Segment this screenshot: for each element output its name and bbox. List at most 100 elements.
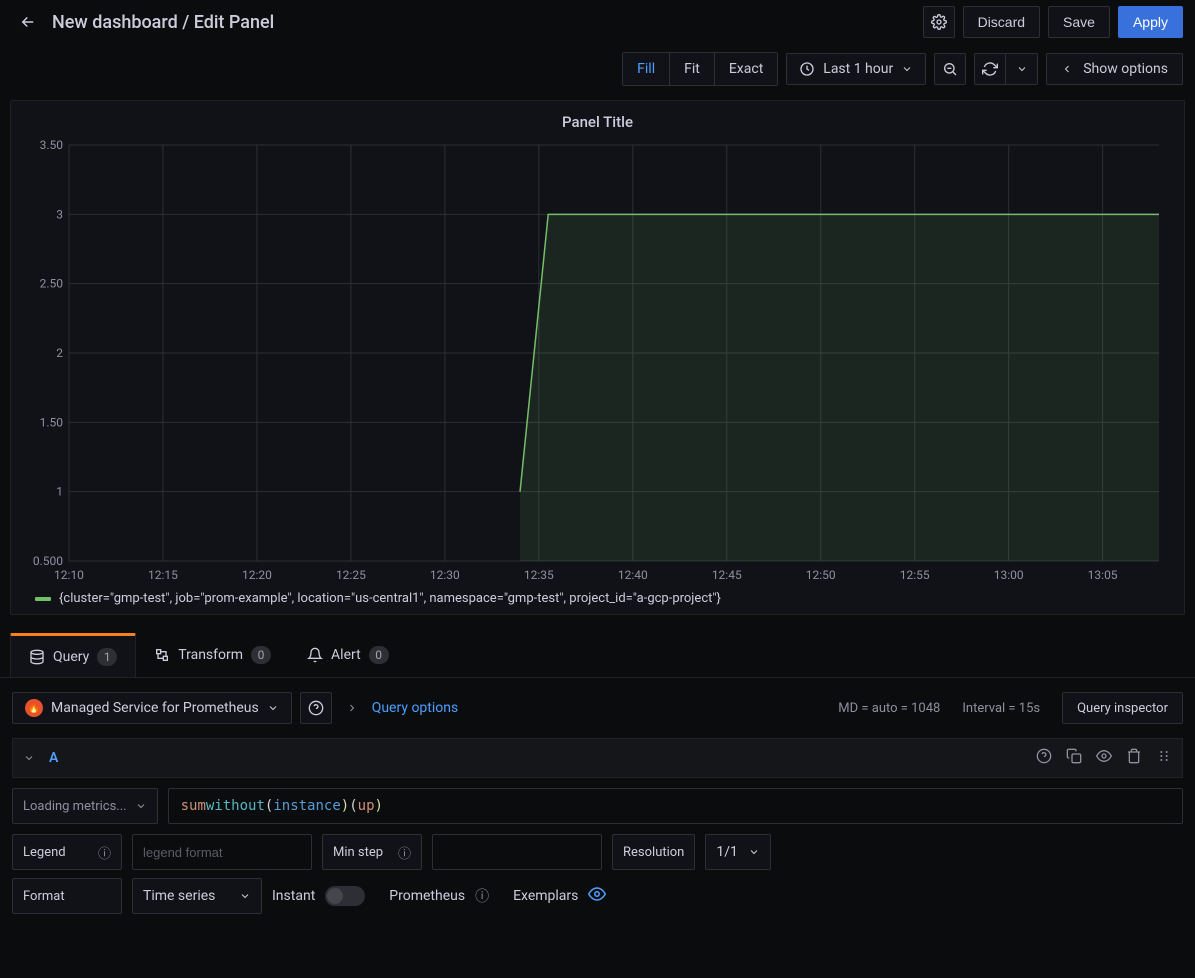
info-icon[interactable]: ⓘ: [475, 886, 489, 906]
svg-text:3: 3: [56, 207, 63, 221]
refresh-icon: [982, 61, 998, 77]
chevron-down-icon: [748, 846, 760, 858]
datasource-help-button[interactable]: [300, 692, 332, 724]
info-icon[interactable]: ⓘ: [98, 843, 111, 862]
datasource-name: Managed Service for Prometheus: [51, 700, 259, 716]
refresh-button[interactable]: [974, 53, 1006, 85]
svg-text:12:30: 12:30: [430, 568, 460, 582]
legend-swatch: [35, 597, 51, 601]
chevron-down-icon: [135, 800, 147, 812]
tab-transform-label: Transform: [178, 647, 243, 663]
refresh-interval-button[interactable]: [1006, 53, 1038, 85]
view-fill[interactable]: Fill: [623, 53, 670, 85]
svg-text:12:35: 12:35: [524, 568, 554, 582]
view-fit[interactable]: Fit: [670, 53, 715, 85]
interval-info: Interval = 15s: [962, 701, 1040, 716]
chart[interactable]: 0.50011.5022.5033.5012:1012:1512:2012:25…: [21, 139, 1174, 583]
svg-text:12:50: 12:50: [806, 568, 836, 582]
chevron-down-icon: [901, 63, 913, 75]
query-toggle-visibility-icon[interactable]: [1096, 748, 1112, 768]
clock-icon: [799, 61, 815, 77]
back-button[interactable]: [12, 6, 44, 38]
instant-toggle[interactable]: [325, 886, 365, 906]
breadcrumb: New dashboard / Edit Panel: [52, 12, 274, 33]
legend-label: {cluster="gmp-test", job="prom-example",…: [59, 591, 721, 606]
query-duplicate-icon[interactable]: [1066, 748, 1082, 768]
tab-query-label: Query: [53, 649, 89, 665]
query-help-icon[interactable]: [1036, 748, 1052, 768]
panel-title: Panel Title: [21, 109, 1174, 139]
chevron-down-icon: [267, 702, 279, 714]
metrics-browser-label: Loading metrics...: [23, 799, 127, 814]
show-options-button[interactable]: Show options: [1046, 53, 1183, 85]
svg-text:3.50: 3.50: [40, 138, 64, 152]
bell-icon: [307, 647, 323, 663]
query-expression-input[interactable]: sum without(instance) (up): [168, 788, 1183, 824]
panel: Panel Title 0.50011.5022.5033.5012:1012:…: [10, 100, 1185, 615]
question-icon: [308, 700, 324, 716]
tab-alert-label: Alert: [331, 647, 361, 663]
svg-text:12:20: 12:20: [242, 568, 272, 582]
chevron-right-icon: [346, 702, 358, 714]
legend-label-box: Legend ⓘ: [12, 834, 122, 870]
metrics-browser-button[interactable]: Loading metrics...: [12, 788, 158, 824]
query-row-header[interactable]: A: [12, 738, 1183, 778]
chevron-left-icon: [1061, 63, 1073, 75]
format-select[interactable]: Time series: [132, 878, 262, 914]
time-range-label: Last 1 hour: [823, 61, 893, 77]
tab-transform-count: 0: [251, 646, 271, 664]
chevron-down-icon: [1016, 63, 1028, 75]
discard-button[interactable]: Discard: [963, 6, 1040, 38]
view-exact[interactable]: Exact: [715, 53, 777, 85]
query-drag-icon[interactable]: [1156, 748, 1172, 768]
svg-text:12:15: 12:15: [148, 568, 178, 582]
svg-text:2.50: 2.50: [40, 277, 64, 291]
tab-query-count: 1: [97, 648, 117, 666]
tab-alert-count: 0: [369, 646, 389, 664]
svg-text:1.50: 1.50: [40, 415, 64, 429]
svg-text:0.500: 0.500: [33, 554, 63, 568]
legend-row[interactable]: {cluster="gmp-test", job="prom-example",…: [21, 583, 1174, 608]
svg-text:2: 2: [56, 346, 63, 360]
tab-query[interactable]: Query 1: [10, 633, 136, 677]
md-info: MD = auto = 1048: [838, 701, 940, 716]
datasource-select[interactable]: 🔥 Managed Service for Prometheus: [12, 692, 292, 724]
format-label-box: Format: [12, 878, 122, 914]
legend-format-input[interactable]: [132, 834, 312, 870]
minstep-input[interactable]: [432, 834, 602, 870]
info-icon[interactable]: ⓘ: [398, 843, 411, 862]
chevron-down-icon: [23, 752, 35, 764]
apply-button[interactable]: Apply: [1118, 6, 1183, 38]
chevron-down-icon: [239, 890, 251, 902]
instant-label: Instant: [272, 888, 315, 904]
tab-transform[interactable]: Transform 0: [136, 633, 289, 677]
settings-button[interactable]: [923, 6, 955, 38]
svg-text:12:45: 12:45: [712, 568, 742, 582]
minstep-label-box: Min step ⓘ: [322, 834, 422, 870]
zoom-out-icon: [942, 61, 958, 77]
exemplars-toggle[interactable]: [588, 885, 606, 907]
resolution-label-box: Resolution: [612, 834, 695, 870]
zoom-out-button[interactable]: [934, 53, 966, 85]
svg-text:13:00: 13:00: [994, 568, 1024, 582]
tab-alert[interactable]: Alert 0: [289, 633, 407, 677]
transform-icon: [154, 647, 170, 663]
svg-text:12:55: 12:55: [900, 568, 930, 582]
resolution-select[interactable]: 1/1: [705, 834, 771, 870]
query-delete-icon[interactable]: [1126, 748, 1142, 768]
svg-text:12:10: 12:10: [54, 568, 84, 582]
query-options-toggle[interactable]: Query options: [372, 700, 459, 716]
query-ref-id: A: [49, 750, 58, 766]
gear-icon: [931, 14, 947, 30]
save-button[interactable]: Save: [1048, 6, 1110, 38]
exemplars-label: Exemplars: [513, 888, 578, 904]
svg-text:13:05: 13:05: [1088, 568, 1118, 582]
database-icon: [29, 649, 45, 665]
time-range-picker[interactable]: Last 1 hour: [786, 53, 926, 85]
prometheus-label: Prometheus: [389, 888, 465, 904]
prometheus-icon: 🔥: [25, 699, 43, 717]
svg-text:12:25: 12:25: [336, 568, 366, 582]
svg-text:12:40: 12:40: [618, 568, 648, 582]
table-view-group: Fill Fit Exact: [622, 52, 778, 86]
query-inspector-button[interactable]: Query inspector: [1062, 692, 1183, 724]
